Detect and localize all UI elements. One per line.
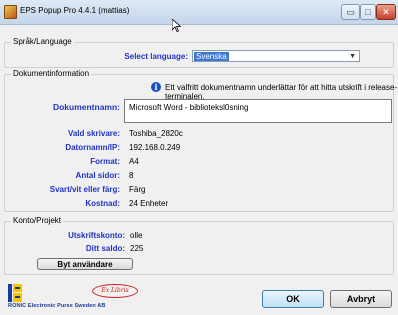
account-group-label: Konto/Projekt xyxy=(11,216,64,225)
company-logo-text: RONIC Electronic Purse Sweden AB xyxy=(8,303,106,309)
computer-ip-label: Datornamn/IP: xyxy=(65,143,120,152)
language-select[interactable]: Svenska ▼ xyxy=(192,50,360,62)
cost-label: Kostnad: xyxy=(85,199,120,208)
minimize-button[interactable]: ▭ xyxy=(341,4,360,20)
mouse-cursor-icon xyxy=(172,19,181,32)
document-name-label: Dokumentnamn: xyxy=(52,102,120,112)
color-mode-value: Färg xyxy=(129,185,146,194)
print-account-value: olle xyxy=(130,231,143,240)
maximize-icon: □ xyxy=(365,7,371,17)
signature-logo: Ex Libris xyxy=(92,284,138,298)
document-group-label: Dokumentinformation xyxy=(11,69,92,78)
page-count-label: Antal sidor: xyxy=(75,171,120,180)
format-label: Format: xyxy=(90,157,120,166)
page-count-value: 8 xyxy=(129,171,134,180)
printer-label: Vald skrivare: xyxy=(67,129,120,138)
ronic-logo-icon xyxy=(8,284,22,302)
document-name-input[interactable]: Microsoft Word - biblioteksl0sning xyxy=(124,99,392,123)
balance-label: Ditt saldo: xyxy=(85,244,125,253)
app-icon xyxy=(4,5,17,19)
ok-button[interactable]: OK xyxy=(262,290,324,308)
maximize-button[interactable]: □ xyxy=(360,4,376,20)
printer-value: Toshiba_2820c xyxy=(129,129,183,138)
cancel-button[interactable]: Avbryt xyxy=(330,290,392,308)
chevron-down-icon[interactable]: ▼ xyxy=(349,53,356,60)
select-language-label: Select language: xyxy=(124,52,188,61)
language-group-label: Språk/Language xyxy=(11,37,74,46)
close-icon: ✕ xyxy=(382,6,390,17)
info-icon: i xyxy=(151,82,161,92)
close-button[interactable]: ✕ xyxy=(376,4,396,20)
color-mode-label: Svart/vit eller färg: xyxy=(49,185,120,194)
document-name-value: Microsoft Word - biblioteksl0sning xyxy=(129,103,249,112)
cost-value: 24 Enheter xyxy=(129,199,169,208)
print-account-label: Utskriftskonto: xyxy=(68,231,125,240)
switch-user-button[interactable]: Byt användare xyxy=(37,258,133,270)
balance-value: 225 xyxy=(130,244,144,253)
computer-ip-value: 192.168.0.249 xyxy=(129,143,181,152)
format-value: A4 xyxy=(129,157,139,166)
title-bar[interactable]: EPS Popup Pro 4.4.1 (mattias) ▭ □ ✕ xyxy=(0,0,398,32)
minimize-icon: ▭ xyxy=(346,6,355,17)
window-title: EPS Popup Pro 4.4.1 (mattias) xyxy=(20,6,130,15)
language-select-value: Svenska xyxy=(194,52,229,61)
